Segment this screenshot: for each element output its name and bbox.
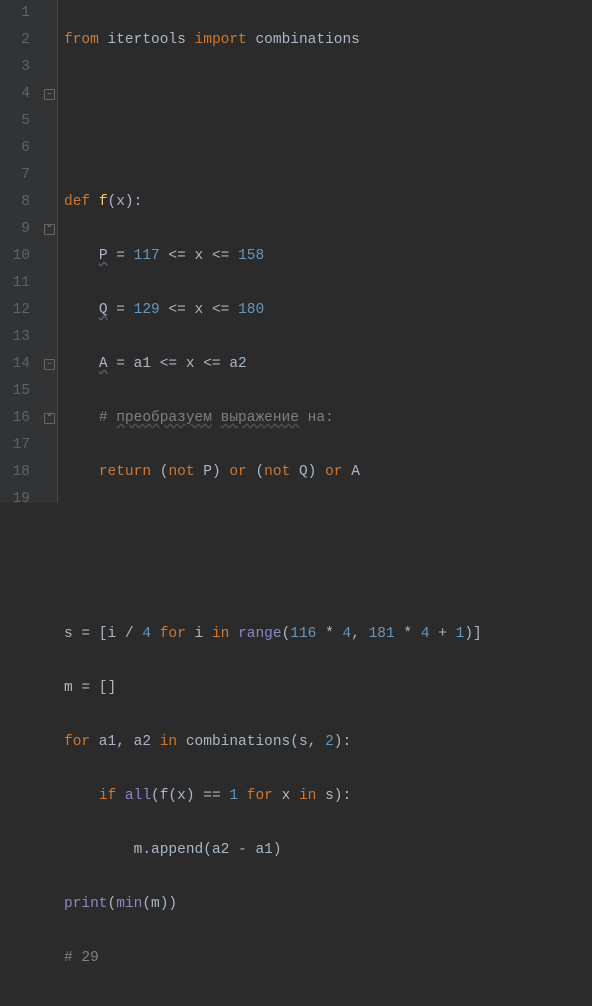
line-number: 15 (8, 378, 30, 405)
line-number: 13 (8, 324, 30, 351)
line-number: 10 (8, 243, 30, 270)
line-number-gutter: 1 2 3 4 5 6 7 8 9 10 11 12 13 14 15 16 1… (0, 0, 42, 503)
line-number: 18 (8, 459, 30, 486)
line-number: 8 (8, 189, 30, 216)
fold-toggle-icon[interactable]: ⌃ (44, 224, 55, 235)
code-line: m = [] (64, 675, 592, 702)
code-line (64, 999, 592, 1006)
line-number: 2 (8, 27, 30, 54)
line-number: 1 (8, 0, 30, 27)
fold-toggle-icon[interactable]: ⌃ (44, 413, 55, 424)
line-number: 14 (8, 351, 30, 378)
code-line: Q = 129 <= x <= 180 (64, 297, 592, 324)
code-line: A = a1 <= x <= a2 (64, 351, 592, 378)
fold-column: − ⌃ − ⌃ (42, 0, 58, 503)
code-line (64, 567, 592, 594)
code-line: P = 117 <= x <= 158 (64, 243, 592, 270)
code-line: def f(x): (64, 189, 592, 216)
fold-toggle-icon[interactable]: − (44, 89, 55, 100)
code-line: from itertools import combinations (64, 27, 592, 54)
code-line (64, 513, 592, 540)
line-number: 12 (8, 297, 30, 324)
code-line: for a1, a2 in combinations(s, 2): (64, 729, 592, 756)
code-line: s = [i / 4 for i in range(116 * 4, 181 *… (64, 621, 592, 648)
code-line (64, 135, 592, 162)
line-number: 3 (8, 54, 30, 81)
line-number: 6 (8, 135, 30, 162)
line-number: 17 (8, 432, 30, 459)
line-number: 7 (8, 162, 30, 189)
line-number: 5 (8, 108, 30, 135)
line-number: 16 (8, 405, 30, 432)
line-number: 9 (8, 216, 30, 243)
code-line: m.append(a2 - a1) (64, 837, 592, 864)
code-line: print(min(m)) (64, 891, 592, 918)
fold-toggle-icon[interactable]: − (44, 359, 55, 370)
line-number: 4 (8, 81, 30, 108)
code-line: # 29 (64, 945, 592, 972)
line-number: 19 (8, 486, 30, 513)
code-line: if all(f(x) == 1 for x in s): (64, 783, 592, 810)
code-line (64, 81, 592, 108)
code-line: return (not P) or (not Q) or A (64, 459, 592, 486)
code-line: # преобразуем выражение на: (64, 405, 592, 432)
line-number: 11 (8, 270, 30, 297)
code-editor[interactable]: from itertools import combinations def f… (58, 0, 592, 503)
